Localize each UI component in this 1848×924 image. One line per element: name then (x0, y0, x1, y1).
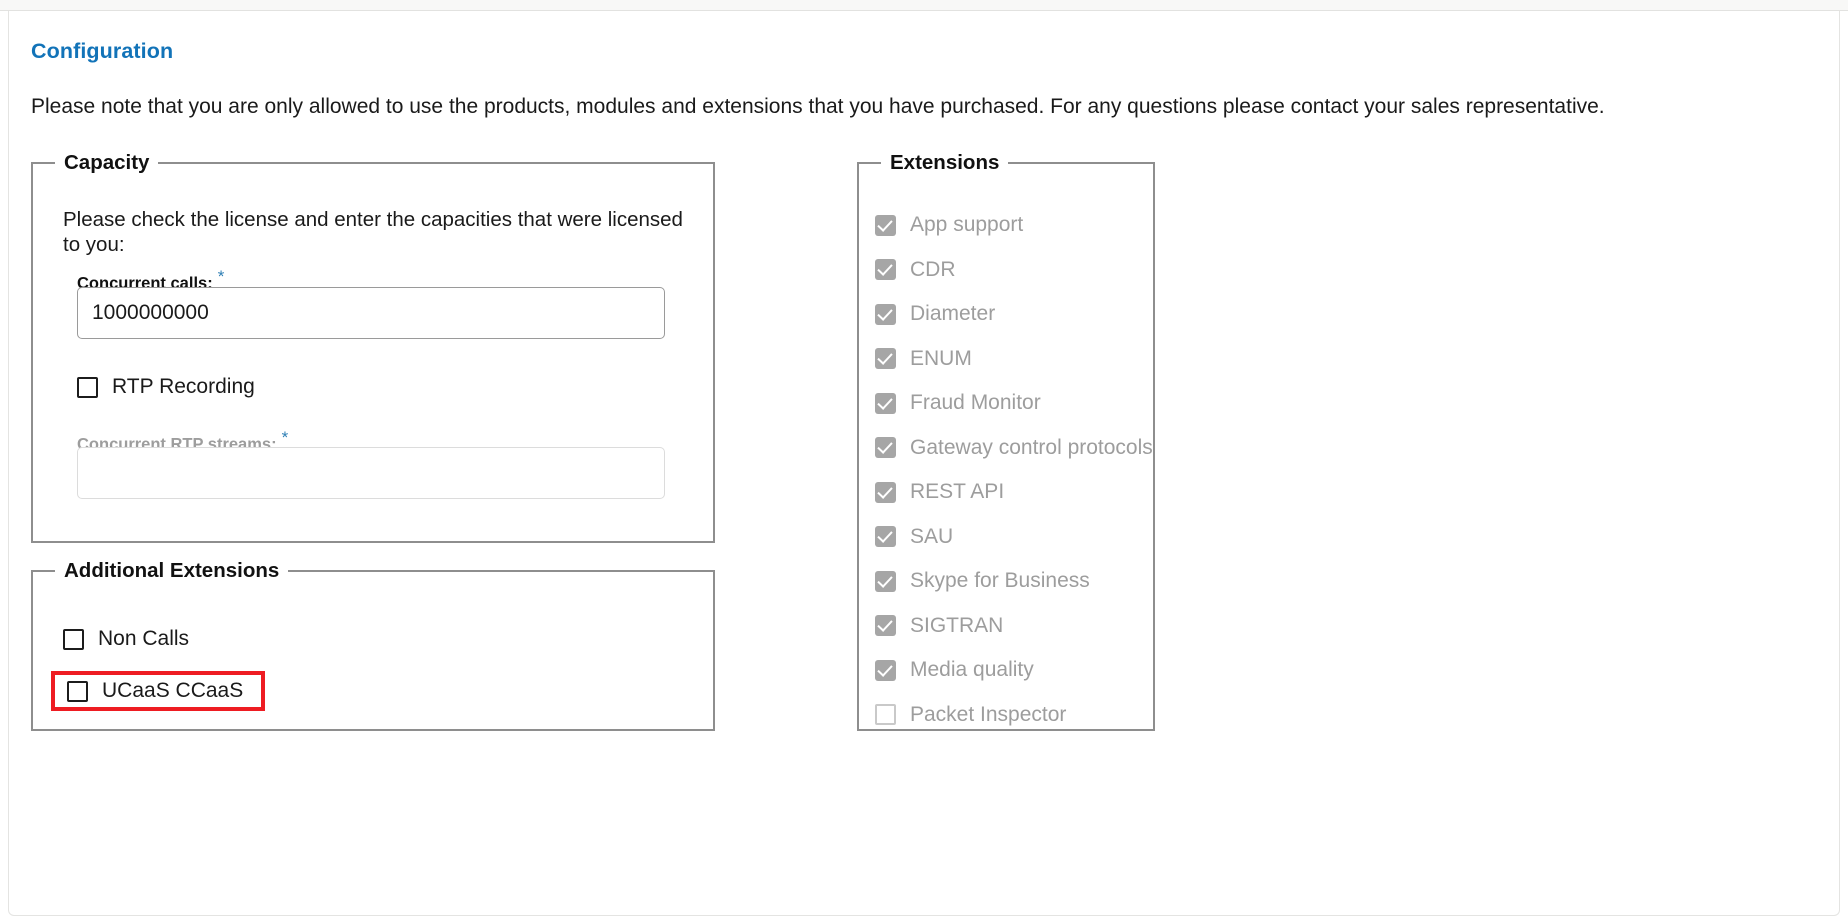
cdr-label: CDR (910, 257, 956, 281)
additional-extensions-fieldset: Additional Extensions Non Calls UCaaS CC… (31, 559, 715, 731)
app-support-checkbox[interactable] (875, 214, 896, 236)
enum-checkbox[interactable] (875, 348, 896, 370)
extension-item-cdr[interactable]: CDR (875, 248, 1153, 293)
additional-extensions-legend: Additional Extensions (64, 559, 280, 582)
extension-item-fraud-monitor[interactable]: Fraud Monitor (875, 381, 1153, 426)
rtp-recording-label: RTP Recording (112, 375, 255, 398)
top-strip (0, 0, 1848, 11)
required-asterisk: * (217, 267, 225, 286)
sau-label: SAU (910, 524, 954, 548)
capacity-note: Please check the license and enter the c… (63, 208, 683, 256)
extensions-list: App support CDR Diameter ENUM Fraud Moni… (875, 203, 1153, 737)
rtp-recording-checkbox[interactable] (77, 376, 98, 398)
extension-item-app-support[interactable]: App support (875, 203, 1153, 248)
capacity-fieldset: Capacity Please check the license and en… (31, 151, 715, 543)
packet-inspector-checkbox[interactable] (875, 704, 896, 726)
fraud-monitor-checkbox[interactable] (875, 392, 896, 414)
gateway-control-protocols-checkbox[interactable] (875, 437, 896, 459)
skype-for-business-label: Skype for Business (910, 569, 1090, 593)
app-support-label: App support (910, 213, 1024, 237)
rest-api-label: REST API (910, 480, 1005, 504)
extension-item-gateway-control-protocols[interactable]: Gateway control protocols (875, 426, 1153, 471)
extensions-legend: Extensions (890, 151, 1000, 174)
media-quality-label: Media quality (910, 658, 1034, 682)
additional-extension-item-ucaas-ccaas[interactable]: UCaaS CCaaS (51, 671, 266, 711)
skype-for-business-checkbox[interactable] (875, 570, 896, 592)
additional-extensions-list: Non Calls UCaaS CCaaS (51, 619, 266, 711)
configuration-card: Configuration Please note that you are o… (8, 11, 1840, 916)
extension-item-sigtran[interactable]: SIGTRAN (875, 604, 1153, 649)
cdr-checkbox[interactable] (875, 259, 896, 281)
rtp-recording-row[interactable]: RTP Recording (77, 375, 255, 399)
ucaas-ccaas-label: UCaaS CCaaS (102, 679, 244, 702)
non-calls-label: Non Calls (98, 627, 190, 650)
concurrent-calls-input[interactable] (77, 287, 665, 339)
page-note: Please note that you are only allowed to… (31, 95, 1605, 118)
gateway-control-protocols-label: Gateway control protocols (910, 435, 1153, 459)
sigtran-label: SIGTRAN (910, 613, 1004, 637)
packet-inspector-label: Packet Inspector (910, 702, 1067, 726)
diameter-label: Diameter (910, 302, 996, 326)
extension-item-rest-api[interactable]: REST API (875, 470, 1153, 515)
extension-item-packet-inspector[interactable]: Packet Inspector (875, 693, 1153, 738)
page-title: Configuration (31, 39, 174, 63)
extensions-fieldset: Extensions App support CDR Diameter ENUM… (857, 151, 1155, 731)
sigtran-checkbox[interactable] (875, 615, 896, 637)
enum-label: ENUM (910, 346, 972, 370)
extension-item-enum[interactable]: ENUM (875, 337, 1153, 382)
additional-extension-item-non-calls[interactable]: Non Calls (63, 619, 265, 659)
rest-api-checkbox[interactable] (875, 481, 896, 503)
media-quality-checkbox[interactable] (875, 659, 896, 681)
sau-checkbox[interactable] (875, 526, 896, 548)
fraud-monitor-label: Fraud Monitor (910, 391, 1041, 415)
ucaas-ccaas-checkbox[interactable] (67, 680, 88, 702)
extension-item-sau[interactable]: SAU (875, 515, 1153, 560)
diameter-checkbox[interactable] (875, 303, 896, 325)
capacity-legend: Capacity (64, 151, 150, 174)
non-calls-checkbox[interactable] (63, 628, 84, 650)
required-asterisk: * (281, 428, 289, 447)
concurrent-rtp-streams-input[interactable] (77, 447, 665, 499)
extension-item-diameter[interactable]: Diameter (875, 292, 1153, 337)
extension-item-media-quality[interactable]: Media quality (875, 648, 1153, 693)
extension-item-skype-for-business[interactable]: Skype for Business (875, 559, 1153, 604)
